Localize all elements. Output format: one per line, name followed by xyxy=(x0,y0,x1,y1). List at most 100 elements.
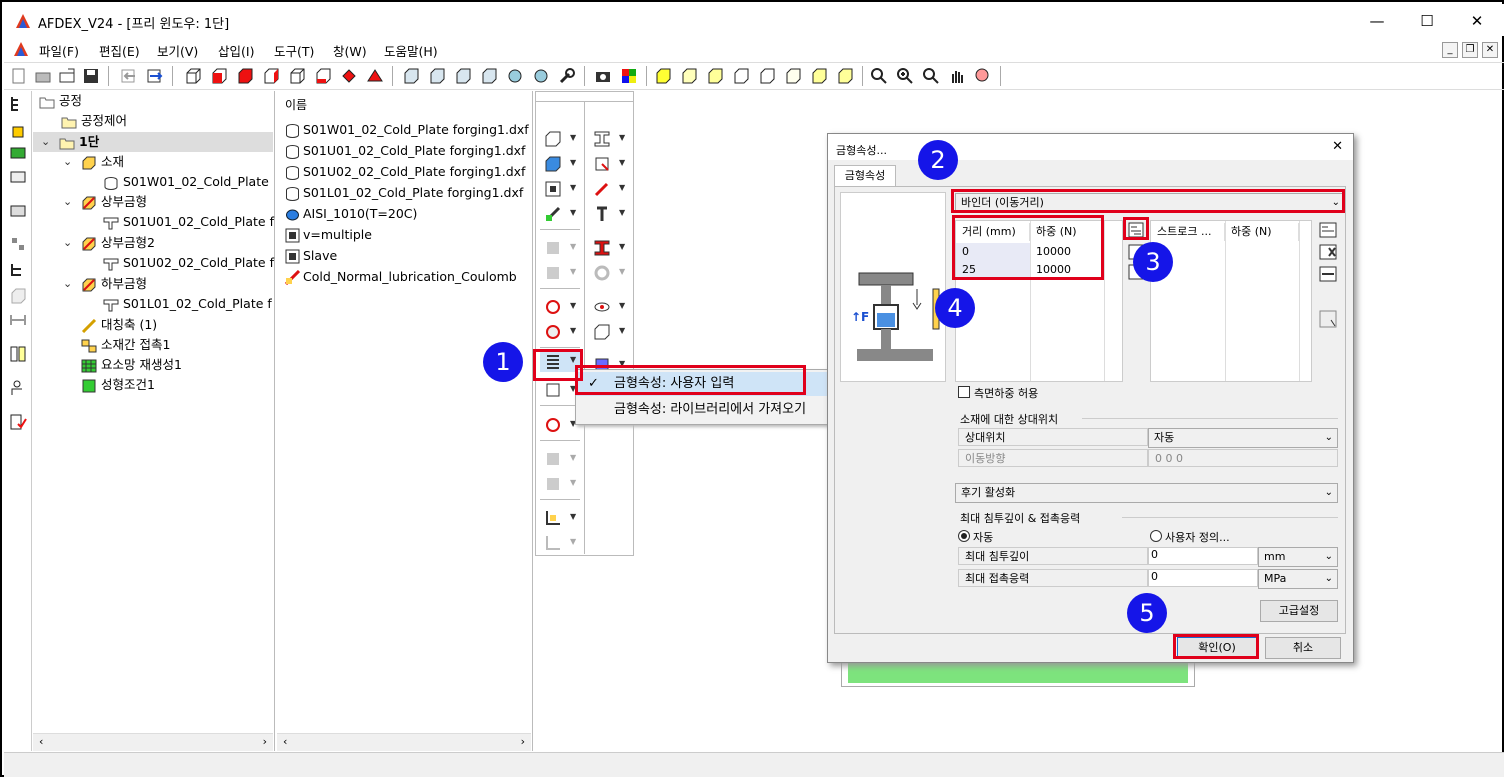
monitor-icon[interactable] xyxy=(9,203,27,221)
color-map-icon[interactable] xyxy=(620,67,638,85)
mdi-close-button[interactable]: ✕ xyxy=(1482,42,1498,58)
popup-item-user-input[interactable]: ✓ 금형속성: 사용자 입력 xyxy=(576,372,828,396)
max-stress-input[interactable]: 0 xyxy=(1148,569,1258,587)
tree-node-contact[interactable]: 소재간 접촉1 xyxy=(81,335,170,355)
file-item[interactable]: v=multiple xyxy=(285,224,372,245)
part-wire-2-icon[interactable] xyxy=(758,67,776,85)
tree-node-upper-die2[interactable]: 상부금형2 xyxy=(81,233,155,253)
wrench-icon[interactable] xyxy=(558,67,576,85)
max-penetration-unit-select[interactable]: mm ⌄ xyxy=(1258,547,1338,567)
die-r-tool[interactable]: ▼ xyxy=(589,153,629,175)
view-box-5-icon[interactable] xyxy=(288,67,306,85)
zoom-pan-icon[interactable] xyxy=(922,67,940,85)
new-file-icon[interactable] xyxy=(10,67,28,85)
add-row-icon[interactable] xyxy=(1128,222,1144,238)
table-cell[interactable]: 10000 xyxy=(1030,261,1104,279)
contact-tool-2[interactable]: ▼ xyxy=(540,321,580,343)
menu-insert[interactable]: 삽입(I) xyxy=(218,41,254,60)
side-load-checkbox[interactable] xyxy=(958,386,970,398)
file-item[interactable]: Slave xyxy=(285,245,337,266)
part-yellow-3-icon[interactable] xyxy=(706,67,724,85)
expand-chevron-icon[interactable]: ⌄ xyxy=(63,195,72,208)
hand-icon[interactable] xyxy=(9,121,27,139)
max-penetration-input[interactable]: 0 xyxy=(1148,547,1258,565)
view-box-1-icon[interactable] xyxy=(184,67,202,85)
pin-tool[interactable]: ▼ xyxy=(589,203,629,225)
tree-view-icon[interactable] xyxy=(9,95,27,113)
display-mode-4-icon[interactable] xyxy=(480,67,498,85)
activation-select[interactable]: 후기 활성화 ⌄ xyxy=(955,483,1338,503)
camera-icon[interactable] xyxy=(594,67,612,85)
expand-chevron-icon[interactable]: ⌄ xyxy=(63,155,72,168)
press-tool[interactable]: ▼ xyxy=(540,178,580,200)
display-mode-1-icon[interactable] xyxy=(402,67,420,85)
eye-tool[interactable]: ▼ xyxy=(589,296,629,318)
pen-tool[interactable]: ▼ xyxy=(589,178,629,200)
menu-view[interactable]: 보기(V) xyxy=(157,41,198,60)
open-file-icon[interactable] xyxy=(58,67,76,85)
tree-node-remesh[interactable]: 요소망 재생성1 xyxy=(81,355,182,375)
tree-node-lower-die-file[interactable]: S01L01_02_Cold_Plate f xyxy=(103,294,272,314)
save-icon[interactable] xyxy=(82,67,100,85)
file-item[interactable]: S01W01_02_Cold_Plate forging1.dxf xyxy=(285,119,529,140)
box-grey-icon[interactable] xyxy=(9,287,27,305)
rotate-view-icon[interactable] xyxy=(506,67,524,85)
table-cell[interactable]: 25 xyxy=(956,261,1030,279)
scroll-left-icon[interactable]: ‹ xyxy=(283,735,287,748)
box-tool[interactable]: ▼ xyxy=(589,321,629,343)
column-header[interactable]: 하중 (N) xyxy=(1030,223,1104,241)
tree-node-conditions[interactable]: 성형조건1 xyxy=(81,375,155,395)
part-yellow-1-icon[interactable] xyxy=(654,67,672,85)
die-h-tool[interactable]: ▼ xyxy=(589,128,629,150)
table-cell[interactable]: 0 xyxy=(956,243,1030,261)
hierarchy-icon[interactable] xyxy=(9,261,27,279)
tree-node-symmetry[interactable]: 대칭축 (1) xyxy=(81,315,157,335)
contact-tool[interactable]: ▼ xyxy=(540,296,580,318)
auto-radio[interactable] xyxy=(958,530,970,542)
file-item[interactable]: S01L01_02_Cold_Plate forging1.dxf xyxy=(285,182,523,203)
minimize-button[interactable]: — xyxy=(1362,10,1392,32)
view-box-3-icon[interactable] xyxy=(236,67,254,85)
display-mode-2-icon[interactable] xyxy=(428,67,446,85)
expand-chevron-icon[interactable]: ⌄ xyxy=(63,236,72,249)
cancel-button[interactable]: 취소 xyxy=(1265,637,1341,659)
person-tool-icon[interactable] xyxy=(9,379,27,397)
tree-node-lower-die[interactable]: 하부금형 xyxy=(81,274,147,294)
tree-node-material-file[interactable]: S01W01_02_Cold_Plate xyxy=(103,172,269,192)
column-header[interactable]: 하중 (N) xyxy=(1225,223,1299,241)
part-wire-3-icon[interactable] xyxy=(784,67,802,85)
scroll-right-icon[interactable]: › xyxy=(521,735,525,748)
mdi-restore-button[interactable]: ❐ xyxy=(1462,42,1478,58)
tree-node-process-control[interactable]: 공정제어 xyxy=(61,111,127,131)
close-window-button[interactable]: ✕ xyxy=(1462,10,1492,32)
die-red-tool[interactable]: ▼ xyxy=(589,237,629,259)
die-tool-2[interactable]: ▼ xyxy=(540,379,580,401)
zoom-in-icon[interactable] xyxy=(896,67,914,85)
view-box-8-icon[interactable] xyxy=(366,67,384,85)
monitor-color-icon[interactable] xyxy=(9,145,27,163)
tab-die-property[interactable]: 금형속성 xyxy=(834,165,896,187)
lubricant-tool[interactable]: ▼ xyxy=(540,203,580,225)
rotate-view-2-icon[interactable] xyxy=(532,67,550,85)
stroke-load-table[interactable]: 스트로크 ... 하중 (N) xyxy=(1150,220,1312,382)
expand-chevron-icon[interactable]: ⌄ xyxy=(41,135,50,148)
file-horizontal-scrollbar[interactable]: ‹ › xyxy=(277,733,531,751)
tree-node-material[interactable]: 소재 xyxy=(81,152,124,172)
advanced-settings-button[interactable]: 고급설정 xyxy=(1260,600,1338,622)
table2-add-row-icon[interactable] xyxy=(1319,222,1337,238)
dialog-close-button[interactable]: ✕ xyxy=(1332,139,1343,154)
file-item[interactable]: Cold_Normal_lubrication_Coulomb xyxy=(285,266,517,287)
maximize-button[interactable]: ☐ xyxy=(1412,10,1442,32)
expand-chevron-icon[interactable]: ⌄ xyxy=(63,277,72,290)
graph-view-icon[interactable] xyxy=(1319,310,1337,328)
mdi-minimize-button[interactable]: _ xyxy=(1442,42,1458,58)
view-box-6-icon[interactable] xyxy=(314,67,332,85)
measure-icon[interactable] xyxy=(9,311,27,329)
tree-horizontal-scrollbar[interactable]: ‹ › xyxy=(33,733,273,751)
view-box-7-icon[interactable] xyxy=(340,67,358,85)
tree-node-root[interactable]: 공정 xyxy=(39,91,82,111)
binder-type-select[interactable]: 바인더 (이동거리) ⌄ xyxy=(955,193,1345,213)
material-color-tool[interactable]: ▼ xyxy=(540,153,580,175)
part-wire-1-icon[interactable] xyxy=(732,67,750,85)
distance-load-table[interactable]: 거리 (mm) 하중 (N) 0 10000 25 10000 xyxy=(955,220,1123,382)
